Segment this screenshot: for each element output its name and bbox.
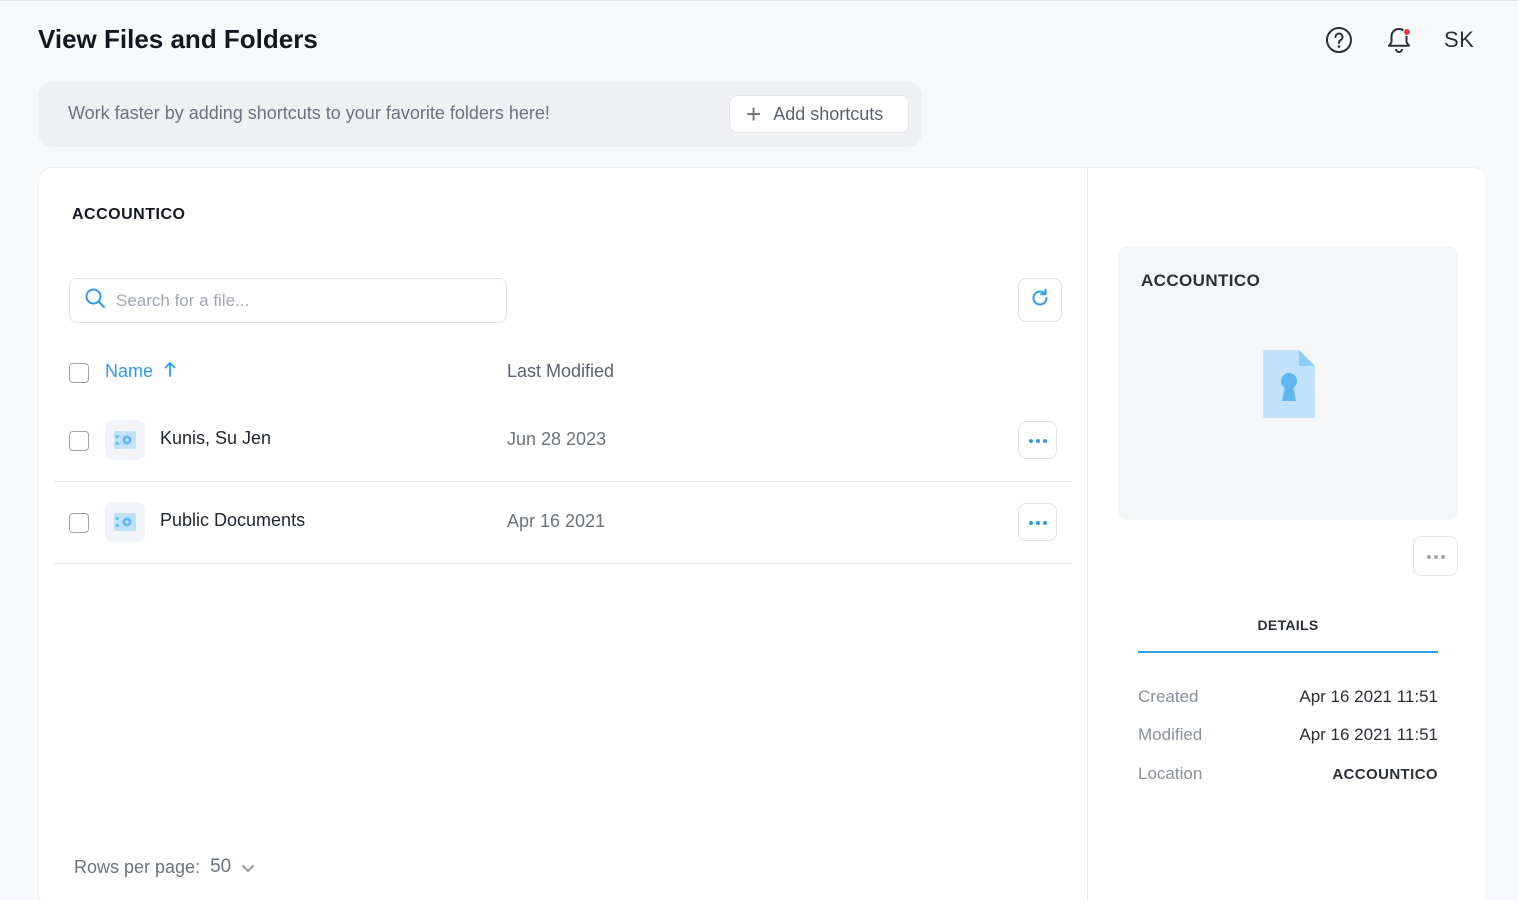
rows-per-page-label: Rows per page: bbox=[74, 856, 201, 877]
table-row[interactable]: Public Documents Apr 16 2021 bbox=[54, 482, 1072, 564]
table-header: Name Last Modified bbox=[69, 361, 1072, 385]
notification-badge bbox=[1403, 28, 1411, 36]
help-icon[interactable] bbox=[1324, 25, 1354, 55]
detail-row-created: Created Apr 16 2021 11:51 bbox=[1138, 687, 1438, 711]
shared-folder-icon bbox=[105, 502, 145, 542]
file-lock-icon bbox=[1261, 348, 1317, 425]
detail-value: Apr 16 2021 11:51 bbox=[1299, 687, 1438, 706]
more-dots-icon bbox=[1028, 431, 1048, 449]
detail-row-modified: Modified Apr 16 2021 11:51 bbox=[1138, 725, 1438, 749]
detail-row-location: Location ACCOUNTICO bbox=[1138, 764, 1438, 788]
sort-arrow-up-icon bbox=[163, 361, 177, 382]
add-shortcuts-button[interactable]: + Add shortcuts bbox=[729, 95, 909, 133]
detail-key: Location bbox=[1138, 764, 1203, 783]
sort-by-name-header[interactable]: Name bbox=[105, 361, 177, 382]
search-icon bbox=[84, 287, 106, 314]
row-more-button[interactable] bbox=[1018, 421, 1057, 459]
more-dots-icon bbox=[1028, 513, 1048, 531]
preview-more-button[interactable] bbox=[1413, 536, 1458, 576]
detail-value: Apr 16 2021 11:51 bbox=[1299, 725, 1438, 744]
refresh-button[interactable] bbox=[1018, 278, 1062, 322]
detail-key: Modified bbox=[1138, 725, 1203, 744]
row-name[interactable]: Kunis, Su Jen bbox=[160, 428, 271, 449]
tab-details[interactable]: DETAILS bbox=[1138, 613, 1438, 653]
shortcuts-bar: Work faster by adding shortcuts to your … bbox=[38, 82, 922, 147]
top-actions: SK bbox=[1324, 25, 1474, 55]
name-column-label: Name bbox=[105, 361, 154, 381]
row-modified-date: Apr 16 2021 bbox=[507, 511, 606, 531]
panel-divider bbox=[1087, 168, 1088, 900]
more-dots-icon bbox=[1426, 547, 1446, 565]
detail-value[interactable]: ACCOUNTICO bbox=[1332, 766, 1438, 783]
select-all-checkbox[interactable] bbox=[69, 363, 89, 383]
table-row[interactable]: Kunis, Su Jen Jun 28 2023 bbox=[54, 400, 1072, 482]
add-shortcuts-label: Add shortcuts bbox=[773, 103, 884, 124]
row-more-button[interactable] bbox=[1018, 503, 1057, 541]
preview-card: ACCOUNTICO bbox=[1118, 246, 1458, 520]
last-modified-column-header[interactable]: Last Modified bbox=[507, 361, 614, 382]
notifications-bell-icon[interactable] bbox=[1384, 25, 1414, 55]
chevron-down-icon[interactable] bbox=[241, 857, 255, 878]
row-modified-date: Jun 28 2023 bbox=[507, 429, 607, 449]
shared-folder-icon bbox=[105, 420, 145, 460]
rows-per-page-select[interactable]: 50 bbox=[210, 856, 231, 878]
search-input[interactable] bbox=[116, 290, 496, 311]
plus-icon: + bbox=[746, 99, 762, 129]
user-avatar[interactable]: SK bbox=[1444, 27, 1474, 53]
search-box[interactable] bbox=[69, 278, 507, 323]
rows-per-page: Rows per page: 50 bbox=[74, 856, 255, 878]
refresh-icon bbox=[1030, 288, 1050, 313]
row-checkbox[interactable] bbox=[69, 513, 89, 533]
preview-title: ACCOUNTICO bbox=[1141, 271, 1261, 290]
file-browser-card: ACCOUNTICO Name bbox=[38, 167, 1487, 900]
current-folder-title: ACCOUNTICO bbox=[72, 206, 186, 223]
page-title: View Files and Folders bbox=[38, 24, 318, 54]
row-checkbox[interactable] bbox=[69, 431, 89, 451]
detail-key: Created bbox=[1138, 687, 1199, 706]
shortcuts-message: Work faster by adding shortcuts to your … bbox=[68, 103, 550, 123]
row-name[interactable]: Public Documents bbox=[160, 510, 305, 531]
